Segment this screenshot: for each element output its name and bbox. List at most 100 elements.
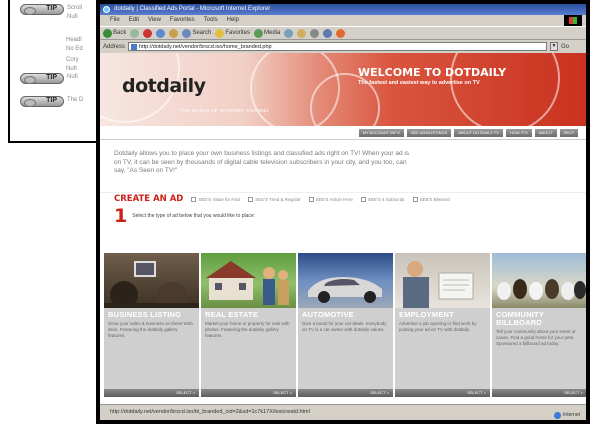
window-title: dotdaily | Classified Ads Portal - Micro…: [114, 6, 271, 12]
stop-icon: [143, 28, 153, 38]
category-community-billboard[interactable]: COMMUNITY BILLBOARD Tell your community …: [492, 253, 586, 397]
address-input[interactable]: http://dotdaily.net/vendor/brscd.iso/hom…: [128, 42, 548, 51]
search-button[interactable]: Search: [182, 28, 211, 38]
menu-favorites[interactable]: Favorites: [170, 15, 195, 26]
nav-see-ads[interactable]: SEE ADS/LISTINGS: [406, 128, 452, 137]
nav-about-tv[interactable]: ABOUT DOTDAILY TV: [454, 128, 503, 137]
select-bar[interactable]: SELECT >: [201, 389, 296, 397]
site-tagline: THE WORLD OF INTERNET CHANNEL: [180, 108, 270, 113]
nav-how-it-works[interactable]: HOW IT'S: [505, 128, 532, 137]
globe-icon: [554, 411, 562, 419]
security-zone: Internet: [554, 408, 580, 420]
address-dropdown-button[interactable]: ▼: [550, 42, 559, 51]
messenger-button[interactable]: [336, 28, 346, 38]
checkbox[interactable]: [412, 196, 418, 202]
menu-tools[interactable]: Tools: [204, 15, 218, 26]
menu-file[interactable]: File: [110, 15, 120, 26]
internet-explorer-icon: [103, 6, 110, 13]
category-title: REAL ESTATE: [205, 310, 259, 319]
back-arrow-icon: [103, 28, 112, 38]
select-link[interactable]: SELECT >: [176, 390, 195, 395]
employment-photo: [395, 253, 490, 308]
category-grid: BUSINESS LISTING Grow your sales & busin…: [104, 253, 586, 397]
category-desc: Give a boost for your car deals, everybo…: [302, 321, 387, 332]
history-icon: [284, 28, 294, 38]
select-link[interactable]: SELECT >: [564, 390, 583, 395]
create-ad-title: CREATE AN AD: [114, 194, 184, 204]
browser-window[interactable]: dotdaily | Classified Ads Portal - Micro…: [96, 0, 590, 424]
create-option[interactable]: SEE'S Article Here: [308, 196, 353, 202]
select-bar[interactable]: SELECT >: [104, 389, 199, 397]
home-icon: [169, 28, 179, 38]
address-bar: Address http://dotdaily.net/vendor/brscd…: [100, 40, 586, 53]
list-item[interactable]: TIP Nufi: [20, 73, 102, 84]
refresh-button[interactable]: [156, 28, 166, 38]
title-bar[interactable]: dotdaily | Classified Ads Portal - Micro…: [100, 4, 586, 15]
home-button[interactable]: [169, 28, 179, 38]
select-link[interactable]: SELECT >: [467, 390, 486, 395]
category-employment[interactable]: EMPLOYMENT Advertise a job opening or fi…: [395, 253, 490, 397]
category-real-estate[interactable]: REAL ESTATE Market your home or property…: [201, 253, 296, 397]
status-bar: http://dotdaily.net/vendor/brscd.iso/bl_…: [100, 404, 586, 420]
create-ad-header: CREATE AN AD SEE'S Value for Fast SEE'S …: [100, 192, 586, 205]
site-banner: dotdaily THE WORLD OF INTERNET CHANNEL W…: [100, 53, 586, 126]
nav-about[interactable]: ABOUT: [534, 128, 557, 137]
checkbox[interactable]: [360, 196, 366, 202]
create-option[interactable]: SEE'S 4 Subscript: [360, 196, 405, 202]
menu-edit[interactable]: Edit: [129, 15, 139, 26]
checkbox[interactable]: [248, 196, 254, 202]
media-button[interactable]: Media: [254, 28, 280, 38]
tip-badge: TIP: [20, 96, 64, 107]
stop-button[interactable]: [143, 28, 153, 38]
step-one: 1 Select the type of ad below that you w…: [100, 204, 586, 227]
menu-help[interactable]: Help: [227, 15, 239, 26]
print-icon: [310, 28, 320, 38]
zone-label: Internet: [563, 412, 580, 418]
nav-my-account[interactable]: MY ACCOUNT INFO: [358, 128, 404, 137]
print-button[interactable]: [310, 28, 320, 38]
select-link[interactable]: SELECT >: [370, 390, 389, 395]
background-window[interactable]: TIP Scroll Nufi Headl No Ed Cory Nufi TIP N…: [8, 0, 104, 143]
create-option[interactable]: SEE'S Value for Fast: [191, 196, 240, 202]
community-photo: [492, 253, 586, 308]
tip-badge: TIP: [20, 4, 64, 15]
welcome-heading: WELCOME TO DOTDAILY: [358, 66, 507, 79]
site-nav: MY ACCOUNT INFO SEE ADS/LISTINGS ABOUT D…: [100, 126, 586, 140]
history-button[interactable]: [284, 28, 294, 38]
category-business-listing[interactable]: BUSINESS LISTING Grow your sales & busin…: [104, 253, 199, 397]
step-number: 1: [114, 204, 128, 227]
go-button[interactable]: Go: [561, 44, 569, 50]
category-automotive[interactable]: AUTOMOTIVE Give a boost for your car dea…: [298, 253, 393, 397]
create-option[interactable]: SEE'S Blessed: [412, 196, 450, 202]
tip-badge: TIP: [20, 73, 64, 84]
site-logo[interactable]: dotdaily: [122, 75, 206, 97]
create-option[interactable]: SEE'S Tried & Regular: [248, 196, 301, 202]
menu-bar: File Edit View Favorites Tools Help: [100, 15, 586, 26]
mail-icon: [297, 28, 307, 38]
back-button[interactable]: Back: [103, 28, 126, 38]
select-link[interactable]: SELECT >: [273, 390, 292, 395]
category-title: BUSINESS LISTING: [108, 310, 182, 319]
menu-view[interactable]: View: [148, 15, 161, 26]
star-icon: [215, 28, 225, 38]
select-bar[interactable]: SELECT >: [492, 389, 586, 397]
list-item[interactable]: TIP Scroll Nufi: [20, 4, 102, 22]
refresh-icon: [156, 28, 166, 38]
status-text: http://dotdaily.net/vendor/brscd.iso/bl_…: [110, 409, 310, 415]
edit-icon: [323, 28, 333, 38]
edit-button[interactable]: [323, 28, 333, 38]
automotive-photo: [298, 253, 393, 308]
checkbox[interactable]: [308, 196, 314, 202]
nav-help[interactable]: HELP: [559, 128, 578, 137]
mail-button[interactable]: [297, 28, 307, 38]
favorites-button[interactable]: Favorites: [215, 28, 250, 38]
checkbox[interactable]: [191, 196, 197, 202]
category-title: COMMUNITY BILLBOARD: [496, 310, 544, 327]
select-bar[interactable]: SELECT >: [395, 389, 490, 397]
list-item[interactable]: TIP The D: [20, 96, 102, 107]
toolbar: Back Search Favorites Media: [100, 26, 586, 40]
address-label: Address: [103, 43, 126, 50]
forward-button[interactable]: [130, 28, 140, 38]
step-instruction: Select the type of ad below that you wou…: [132, 212, 256, 219]
select-bar[interactable]: SELECT >: [298, 389, 393, 397]
